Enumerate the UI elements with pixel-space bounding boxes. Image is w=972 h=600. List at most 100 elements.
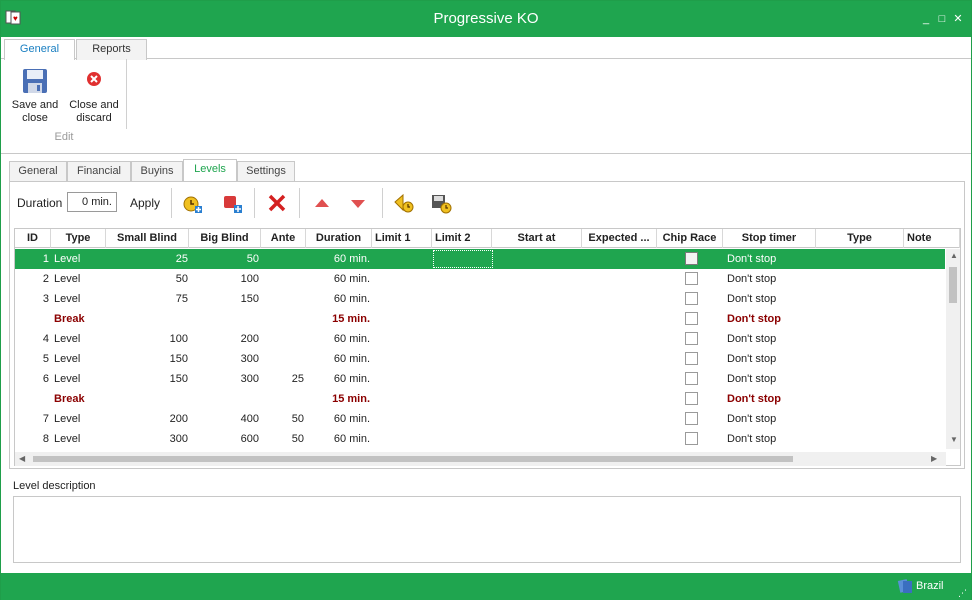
close-window-button[interactable]: ✕ bbox=[951, 13, 965, 25]
cell-id[interactable]: 3 bbox=[15, 289, 49, 309]
level-description-textarea[interactable] bbox=[13, 496, 961, 563]
cell-stop[interactable]: Don't stop bbox=[727, 349, 815, 369]
cell-bb[interactable] bbox=[189, 389, 259, 409]
column-header-id[interactable]: ID bbox=[15, 229, 51, 248]
cell-ante[interactable] bbox=[261, 389, 304, 409]
column-header-stop-timer[interactable]: Stop timer bbox=[723, 229, 816, 248]
cell-bb[interactable]: 200 bbox=[189, 329, 259, 349]
chip-race-checkbox[interactable] bbox=[685, 372, 698, 385]
level-row[interactable]: 7 Level 200 400 50 60 min. Don't stop bbox=[15, 409, 945, 429]
cell-duration[interactable]: 60 min. bbox=[306, 369, 370, 389]
chip-race-checkbox[interactable] bbox=[685, 312, 698, 325]
close-and-discard-button[interactable]: Close and discard bbox=[65, 63, 123, 129]
cell-ante[interactable] bbox=[261, 349, 304, 369]
chip-race-checkbox[interactable] bbox=[685, 292, 698, 305]
column-header-limit-1[interactable]: Limit 1 bbox=[372, 229, 432, 248]
delete-icon[interactable] bbox=[266, 192, 288, 214]
cell-bb[interactable]: 300 bbox=[189, 369, 259, 389]
tab-general[interactable]: General bbox=[9, 161, 67, 181]
cell-bb[interactable]: 400 bbox=[189, 409, 259, 429]
status-language[interactable]: Brazil bbox=[916, 580, 944, 592]
cell-type[interactable]: Level bbox=[54, 409, 104, 429]
cell-stop[interactable]: Don't stop bbox=[727, 369, 815, 389]
cell-bb[interactable]: 100 bbox=[189, 269, 259, 289]
column-header-big-blind[interactable]: Big Blind bbox=[189, 229, 261, 248]
level-row[interactable]: 5 Level 150 300 60 min. Don't stop bbox=[15, 349, 945, 369]
column-header-chip-race[interactable]: Chip Race bbox=[657, 229, 723, 248]
cell-sb[interactable] bbox=[106, 309, 188, 329]
cell-duration[interactable]: 15 min. bbox=[306, 309, 370, 329]
tab-financial[interactable]: Financial bbox=[67, 161, 131, 181]
cell-id[interactable]: 2 bbox=[15, 269, 49, 289]
scroll-down-arrow[interactable]: ▼ bbox=[950, 435, 958, 445]
cell-duration[interactable]: 15 min. bbox=[306, 389, 370, 409]
column-header-break-type[interactable]: Type bbox=[816, 229, 904, 248]
ribbon-tab-general[interactable]: General bbox=[4, 39, 75, 60]
level-row[interactable]: 3 Level 75 150 60 min. Don't stop bbox=[15, 289, 945, 309]
cell-ante[interactable]: 50 bbox=[261, 409, 304, 429]
cell-ante[interactable]: 50 bbox=[261, 429, 304, 449]
column-header-duration[interactable]: Duration bbox=[306, 229, 372, 248]
cell-duration[interactable]: 60 min. bbox=[306, 329, 370, 349]
cell-type[interactable]: Level bbox=[54, 289, 104, 309]
level-row[interactable]: 4 Level 100 200 60 min. Don't stop bbox=[15, 329, 945, 349]
column-header-start-at[interactable]: Start at bbox=[492, 229, 582, 248]
tab-settings[interactable]: Settings bbox=[237, 161, 295, 181]
maximize-button[interactable]: □ bbox=[935, 13, 949, 25]
save-template-icon[interactable] bbox=[430, 192, 452, 214]
cell-type[interactable]: Break bbox=[54, 309, 104, 329]
horizontal-scroll-thumb[interactable] bbox=[33, 456, 793, 462]
cell-stop[interactable]: Don't stop bbox=[727, 329, 815, 349]
cell-id[interactable]: 1 bbox=[15, 249, 49, 269]
add-level-icon[interactable] bbox=[181, 192, 203, 214]
cell-duration[interactable]: 60 min. bbox=[306, 289, 370, 309]
cell-bb[interactable]: 150 bbox=[189, 289, 259, 309]
chip-race-checkbox[interactable] bbox=[685, 412, 698, 425]
save-and-close-button[interactable]: Save and close bbox=[7, 63, 63, 129]
chip-race-checkbox[interactable] bbox=[685, 432, 698, 445]
cell-stop[interactable]: Don't stop bbox=[727, 409, 815, 429]
cell-type[interactable]: Level bbox=[54, 349, 104, 369]
cell-id[interactable]: 5 bbox=[15, 349, 49, 369]
column-header-ante[interactable]: Ante bbox=[261, 229, 306, 248]
chip-race-checkbox[interactable] bbox=[685, 272, 698, 285]
cell-sb[interactable]: 75 bbox=[106, 289, 188, 309]
cell-stop[interactable]: Don't stop bbox=[727, 429, 815, 449]
cell-sb[interactable]: 300 bbox=[106, 429, 188, 449]
vertical-scroll-thumb[interactable] bbox=[949, 267, 957, 303]
level-row[interactable]: 8 Level 300 600 50 60 min. Don't stop bbox=[15, 429, 945, 449]
cell-stop[interactable]: Don't stop bbox=[727, 269, 815, 289]
resize-grip-icon[interactable]: ⋰ bbox=[958, 589, 967, 598]
cell-duration[interactable]: 60 min. bbox=[306, 409, 370, 429]
column-header-limit-2[interactable]: Limit 2 bbox=[432, 229, 492, 248]
minimize-button[interactable]: _ bbox=[919, 13, 933, 25]
cell-bb[interactable]: 600 bbox=[189, 429, 259, 449]
cell-duration[interactable]: 60 min. bbox=[306, 429, 370, 449]
cell-id[interactable] bbox=[15, 309, 49, 329]
tab-buyins[interactable]: Buyins bbox=[131, 161, 183, 181]
cell-sb[interactable]: 150 bbox=[106, 369, 188, 389]
level-row[interactable]: 2 Level 50 100 60 min. Don't stop bbox=[15, 269, 945, 289]
cell-ante[interactable] bbox=[261, 269, 304, 289]
cell-type[interactable]: Level bbox=[54, 329, 104, 349]
vertical-scrollbar[interactable]: ▲ ▼ bbox=[946, 249, 960, 449]
cell-stop[interactable]: Don't stop bbox=[727, 249, 815, 269]
break-row[interactable]: Break 15 min. Don't stop bbox=[15, 389, 945, 409]
cell-type[interactable]: Level bbox=[54, 249, 104, 269]
cell-id[interactable]: 4 bbox=[15, 329, 49, 349]
cell-stop[interactable]: Don't stop bbox=[727, 389, 815, 409]
cell-ante[interactable] bbox=[261, 249, 304, 269]
horizontal-scrollbar[interactable]: ◀ ▶ bbox=[15, 452, 946, 466]
cell-id[interactable]: 6 bbox=[15, 369, 49, 389]
column-header-note[interactable]: Note bbox=[904, 229, 960, 248]
move-down-icon[interactable] bbox=[347, 192, 369, 214]
cell-type[interactable]: Level bbox=[54, 269, 104, 289]
level-row[interactable]: 1 Level 25 50 60 min. Don't stop bbox=[15, 249, 945, 269]
break-row[interactable]: Break 15 min. Don't stop bbox=[15, 309, 945, 329]
add-break-icon[interactable] bbox=[221, 192, 243, 214]
chip-race-checkbox[interactable] bbox=[685, 252, 698, 265]
cell-bb[interactable]: 50 bbox=[189, 249, 259, 269]
column-header-small-blind[interactable]: Small Blind bbox=[106, 229, 189, 248]
ribbon-tab-reports[interactable]: Reports bbox=[76, 39, 147, 60]
column-header-type[interactable]: Type bbox=[51, 229, 106, 248]
